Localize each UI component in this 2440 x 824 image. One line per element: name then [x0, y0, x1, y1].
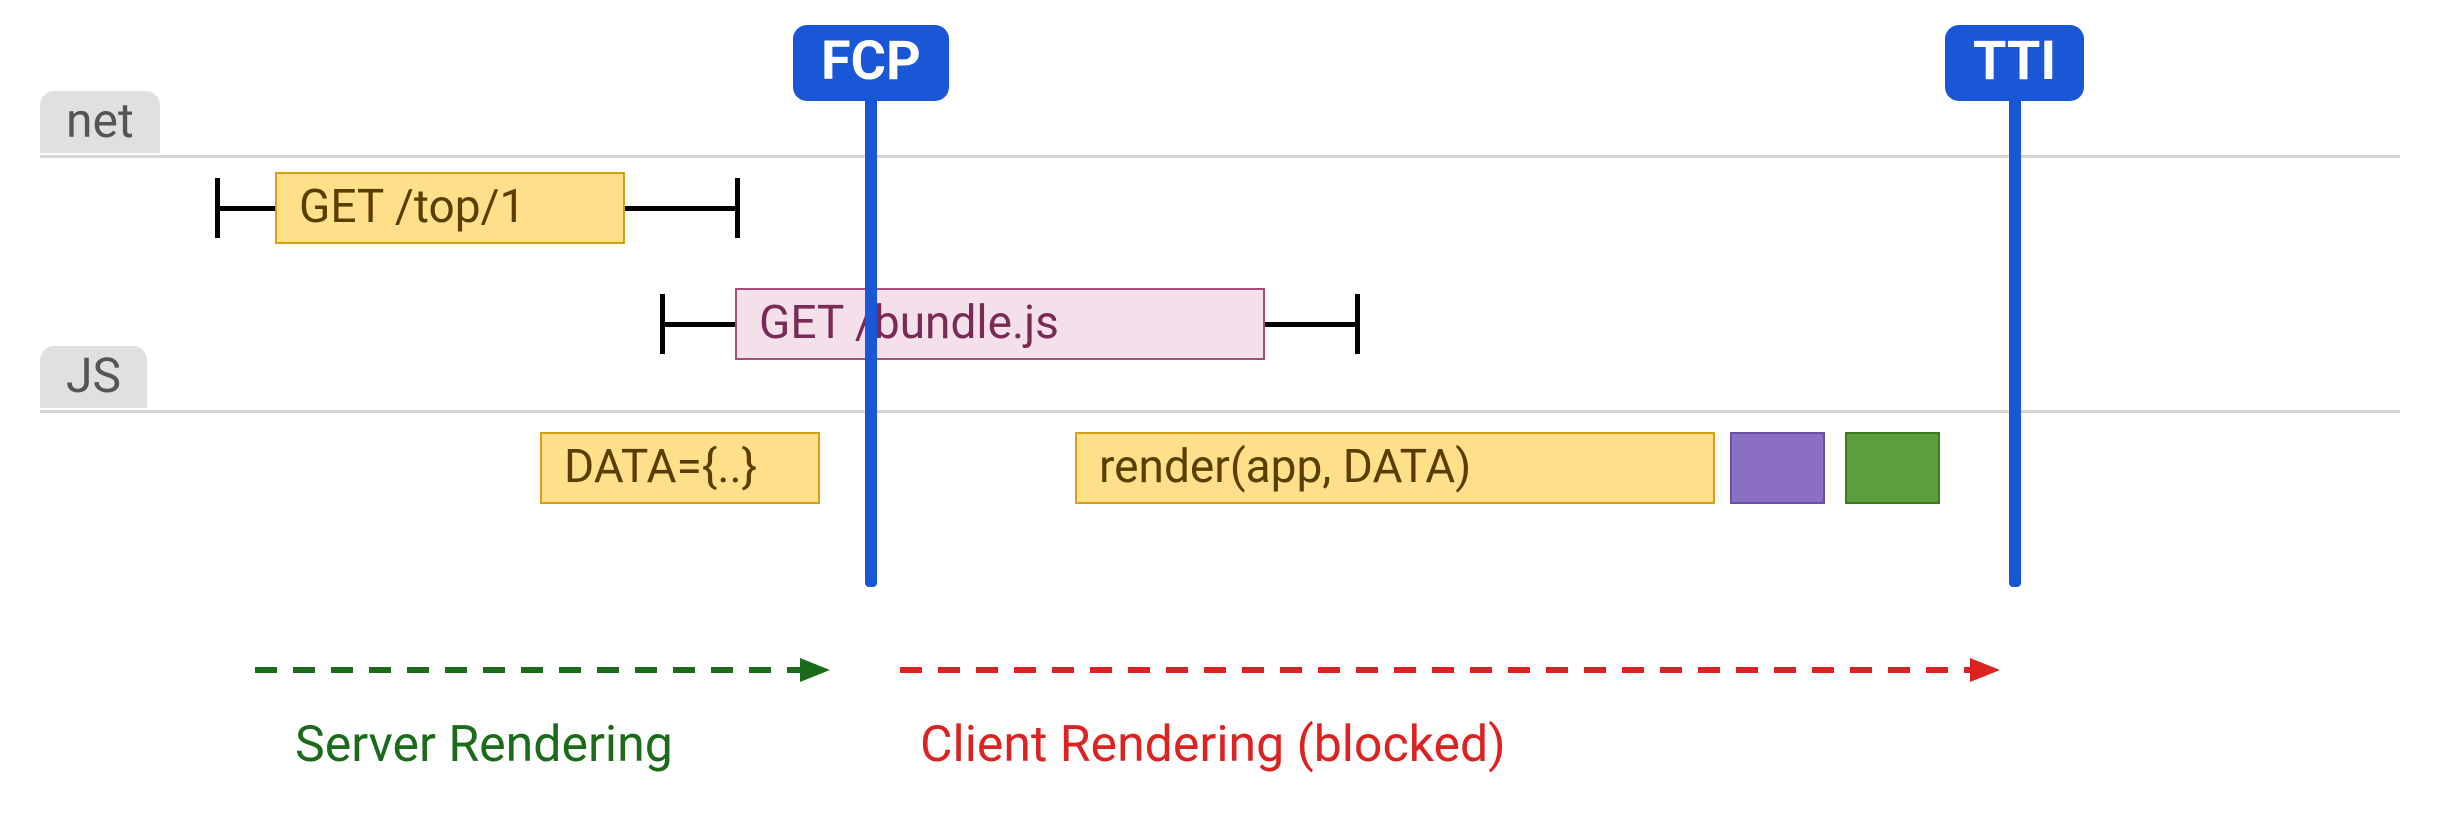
marker-fcp-stem [865, 97, 877, 587]
arrow-client [900, 645, 2000, 695]
marker-tti-label: TTI [1945, 25, 2084, 101]
bar-net-req1: GET /top/1 [275, 172, 625, 244]
bar-js-data: DATA={..} [540, 432, 820, 504]
bar-js-chunk-green [1845, 432, 1940, 504]
arrow-server [255, 645, 830, 695]
bar-net-req2: GET /bundle.js [735, 288, 1265, 360]
row-line-js [40, 410, 2400, 413]
marker-fcp-label: FCP [793, 25, 949, 101]
bar-js-render: render(app, DATA) [1075, 432, 1715, 504]
marker-tti: TTI [1945, 25, 2084, 101]
bar-js-chunk-purple [1730, 432, 1825, 504]
phase-label-client: Client Rendering (blocked) [920, 720, 1506, 770]
phase-label-server: Server Rendering [295, 720, 673, 770]
marker-tti-stem [2009, 97, 2021, 587]
row-line-net [40, 155, 2400, 158]
row-label-net: net [40, 91, 160, 153]
marker-fcp: FCP [793, 25, 949, 101]
row-label-js: JS [40, 346, 147, 408]
